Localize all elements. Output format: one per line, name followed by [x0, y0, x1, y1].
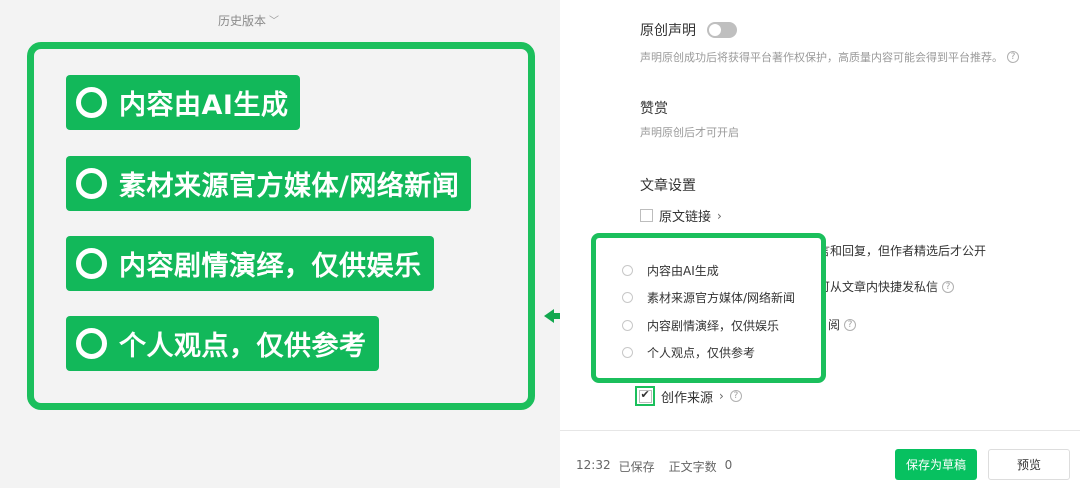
highlight-tag-label: 个人观点，仅供参考 — [119, 331, 367, 362]
word-count-value: 0 — [724, 458, 733, 472]
article-settings-title: 文章设置 — [640, 178, 696, 194]
creation-source-option-media[interactable]: 素材来源官方媒体/网络新闻 — [622, 289, 795, 306]
comment-setting-desc: 言和回复，但作者精选后才公开 — [818, 242, 986, 259]
circle-icon — [76, 168, 107, 199]
save-status: 12:32 已保存 正文字数 0 — [576, 458, 732, 475]
creation-source-checkbox[interactable] — [638, 388, 652, 403]
reward-desc: 声明原创后才可开启 — [640, 126, 739, 139]
radio-button[interactable] — [622, 320, 633, 331]
save-time: 12:32 — [576, 458, 611, 472]
option-label: 素材来源官方媒体/网络新闻 — [647, 291, 796, 305]
read-setting-desc: 阅 ? — [828, 316, 857, 333]
save-draft-button[interactable]: 保存为草稿 — [895, 449, 977, 480]
chevron-right-icon: › — [717, 208, 722, 223]
option-label: 内容剧情演绎，仅供娱乐 — [647, 319, 780, 333]
option-label: 个人观点，仅供参考 — [647, 346, 756, 360]
creation-source-option-entertainment[interactable]: 内容剧情演绎，仅供娱乐 — [622, 317, 779, 334]
source-link-label: 原文链接 — [659, 210, 712, 225]
highlight-tag-label: 内容剧情演绎，仅供娱乐 — [119, 251, 422, 282]
highlight-tag-label: 素材来源官方媒体/网络新闻 — [119, 171, 460, 202]
creation-source-option-ai[interactable]: 内容由AI生成 — [622, 262, 719, 279]
save-state: 已保存 — [618, 460, 655, 474]
word-count-label: 正文字数 — [668, 460, 717, 474]
radio-button[interactable] — [622, 265, 633, 276]
comment-desc-text: 言和回复，但作者精选后才公开 — [818, 244, 987, 258]
creation-source-label: 创作来源 — [661, 390, 714, 406]
read-desc-text: 阅 — [828, 318, 841, 332]
original-declaration-toggle[interactable] — [707, 22, 737, 38]
original-declaration-title: 原创声明 — [640, 23, 696, 39]
help-icon[interactable]: ? — [1007, 51, 1019, 63]
circle-icon — [76, 328, 107, 359]
original-declaration-desc: 声明原创成功后将获得平台著作权保护，高质量内容可能会得到平台推荐。 ? — [640, 49, 1019, 65]
highlight-tag-ai-generated: 内容由AI生成 — [66, 75, 301, 130]
help-icon[interactable]: ? — [942, 280, 955, 293]
source-link-option[interactable]: 原文链接 › — [640, 206, 722, 225]
creation-source-dropdown: 内容由AI生成 素材来源官方媒体/网络新闻 内容剧情演绎，仅供娱乐 个人观点，仅… — [591, 233, 826, 383]
source-link-checkbox[interactable] — [640, 209, 653, 222]
option-label: 内容由AI生成 — [647, 264, 719, 278]
history-version-dropdown[interactable]: 历史版本 ﹀ — [218, 12, 279, 29]
chevron-right-icon: › — [719, 389, 724, 403]
highlight-tag-label: 内容由AI生成 — [119, 90, 289, 121]
history-version-label: 历史版本 — [218, 14, 267, 28]
original-desc-text: 声明原创成功后将获得平台著作权保护，高质量内容可能会得到平台推荐。 — [640, 51, 1003, 64]
reward-title: 赞赏 — [640, 101, 668, 117]
highlight-tag-entertainment: 内容剧情演绎，仅供娱乐 — [66, 236, 434, 291]
message-setting-desc: 可从文章内快捷发私信 ? — [818, 278, 955, 295]
message-desc-text: 可从文章内快捷发私信 — [818, 280, 939, 294]
radio-button[interactable] — [622, 347, 633, 358]
help-icon[interactable]: ? — [844, 318, 857, 331]
creation-source-checkbox-highlight — [635, 386, 655, 406]
creation-source-option[interactable]: 创作来源 › ? — [635, 386, 742, 406]
circle-icon — [76, 248, 107, 279]
creation-source-option-opinion[interactable]: 个人观点，仅供参考 — [622, 344, 755, 361]
radio-button[interactable] — [622, 292, 633, 303]
preview-button[interactable]: 预览 — [988, 449, 1070, 480]
circle-icon — [76, 87, 107, 118]
help-icon[interactable]: ? — [729, 390, 742, 402]
highlight-tag-personal-opinion: 个人观点，仅供参考 — [66, 316, 379, 371]
highlight-tag-official-media: 素材来源官方媒体/网络新闻 — [66, 156, 472, 211]
chevron-down-icon: ﹀ — [269, 16, 280, 27]
